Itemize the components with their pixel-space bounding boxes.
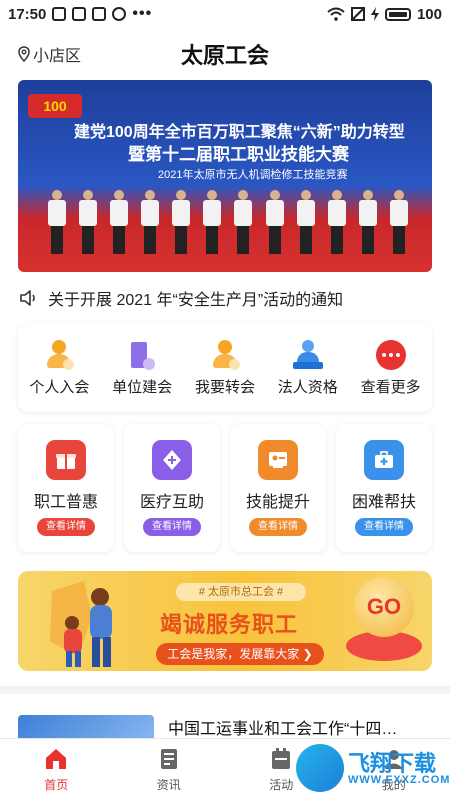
person-transfer-icon <box>210 339 240 370</box>
quick-item-label: 查看更多 <box>360 378 421 396</box>
quick-item-label: 单位建会 <box>112 378 173 396</box>
quick-item-unit[interactable]: 单位建会 <box>103 340 181 397</box>
tab-label: 活动 <box>269 778 294 792</box>
status-bar: 17:50 ••• 100 <box>0 0 450 28</box>
quick-item-transfer[interactable]: 我要转会 <box>186 339 264 397</box>
service-label: 医疗互助 <box>139 494 204 511</box>
watermark-logo <box>296 744 344 792</box>
tab-news[interactable]: 资讯 <box>113 739 226 800</box>
banner-photo-people <box>48 190 408 260</box>
mail-icon <box>92 7 107 21</box>
service-label: 困难帮扶 <box>351 494 416 511</box>
charging-icon <box>370 7 379 21</box>
banner-caption: 2021年太原市无人机调检修工技能竞赛 <box>158 169 348 181</box>
family-illustration <box>50 581 112 667</box>
news-headline: 中国工运事业和工会工作“十四… <box>168 721 398 738</box>
legal-person-icon <box>292 339 323 370</box>
more-notifications-icon: ••• <box>132 5 153 22</box>
battery-icon <box>384 7 411 21</box>
promo-slogan-button[interactable]: 工会是我家，发展靠大家 ❯ <box>156 643 324 665</box>
service-card-benefits[interactable]: 职工普惠 查看详情 <box>18 424 114 552</box>
promo-banner[interactable]: # 太原市总工会 # 竭诚服务职工 工会是我家，发展靠大家 ❯ GO <box>18 571 432 671</box>
battery-level: 100 <box>416 5 442 23</box>
section-divider <box>0 686 450 694</box>
medical-shield-icon <box>152 440 192 480</box>
no-signal-icon <box>350 7 365 21</box>
wifi-icon <box>327 7 345 21</box>
certificate-icon <box>258 440 298 480</box>
notice-bar[interactable]: 关于开展 2021 年“安全生产月”活动的通知 <box>18 283 432 313</box>
view-details-button[interactable]: 查看详情 <box>37 518 95 536</box>
view-details-button[interactable]: 查看详情 <box>355 518 413 536</box>
watermark-url: WWW.FXXZ.COM <box>348 774 450 786</box>
go-button[interactable]: GO <box>354 577 414 637</box>
quick-item-legal[interactable]: 法人资格 <box>269 339 347 397</box>
promo-headline: 竭诚服务职工 <box>160 612 299 637</box>
centenary-logo: 100 <box>28 94 82 118</box>
quick-item-label: 法人资格 <box>277 378 338 396</box>
service-label: 技能提升 <box>245 494 310 511</box>
quick-item-more[interactable]: 查看更多 <box>352 339 430 397</box>
tab-label: 首页 <box>44 778 69 792</box>
site-watermark: 飞翔下载 WWW.FXXZ.COM <box>296 742 449 794</box>
news-icon <box>160 749 177 769</box>
gift-icon <box>46 440 86 480</box>
banner-subheadline: 暨第十二届职工职业技能大赛 <box>128 145 349 164</box>
speaker-icon <box>18 288 38 308</box>
banner-carousel[interactable]: 100 建党100周年全市百万职工聚焦“六新”助力转型 暨第十二届职工职业技能大… <box>18 80 432 272</box>
service-card-skills[interactable]: 技能提升 查看详情 <box>230 424 326 552</box>
tab-label: 资讯 <box>156 778 181 792</box>
quick-item-join[interactable]: 个人入会 <box>20 339 98 397</box>
building-icon <box>127 340 157 370</box>
page-title: 太原工会 <box>180 43 269 68</box>
home-icon <box>46 749 67 769</box>
banner-headline: 建党100周年全市百万职工聚焦“六新”助力转型 <box>74 124 405 141</box>
notification-icon <box>72 7 87 21</box>
notice-text: 关于开展 2021 年“安全生产月”活动的通知 <box>48 292 344 309</box>
promo-tag: # 太原市总工会 # <box>176 583 306 601</box>
first-aid-icon <box>364 440 404 480</box>
app-header: 小店区 太原工会 <box>0 28 450 78</box>
view-details-button[interactable]: 查看详情 <box>143 518 201 536</box>
service-card-medical[interactable]: 医疗互助 查看详情 <box>124 424 220 552</box>
quick-item-label: 个人入会 <box>29 378 90 396</box>
status-time: 17:50 <box>8 5 47 23</box>
view-details-button[interactable]: 查看详情 <box>249 518 307 536</box>
quick-item-label: 我要转会 <box>194 378 255 396</box>
activity-icon <box>272 748 291 769</box>
tab-home[interactable]: 首页 <box>0 739 113 800</box>
notification-icon <box>52 7 67 21</box>
chat-icon <box>112 7 127 21</box>
person-join-icon <box>44 339 75 370</box>
service-label: 职工普惠 <box>33 494 98 511</box>
more-icon <box>375 339 406 370</box>
service-card-assistance[interactable]: 困难帮扶 查看详情 <box>336 424 432 552</box>
quick-menu: 个人入会 单位建会 我要转会 法人资格 查看更多 <box>18 324 432 412</box>
